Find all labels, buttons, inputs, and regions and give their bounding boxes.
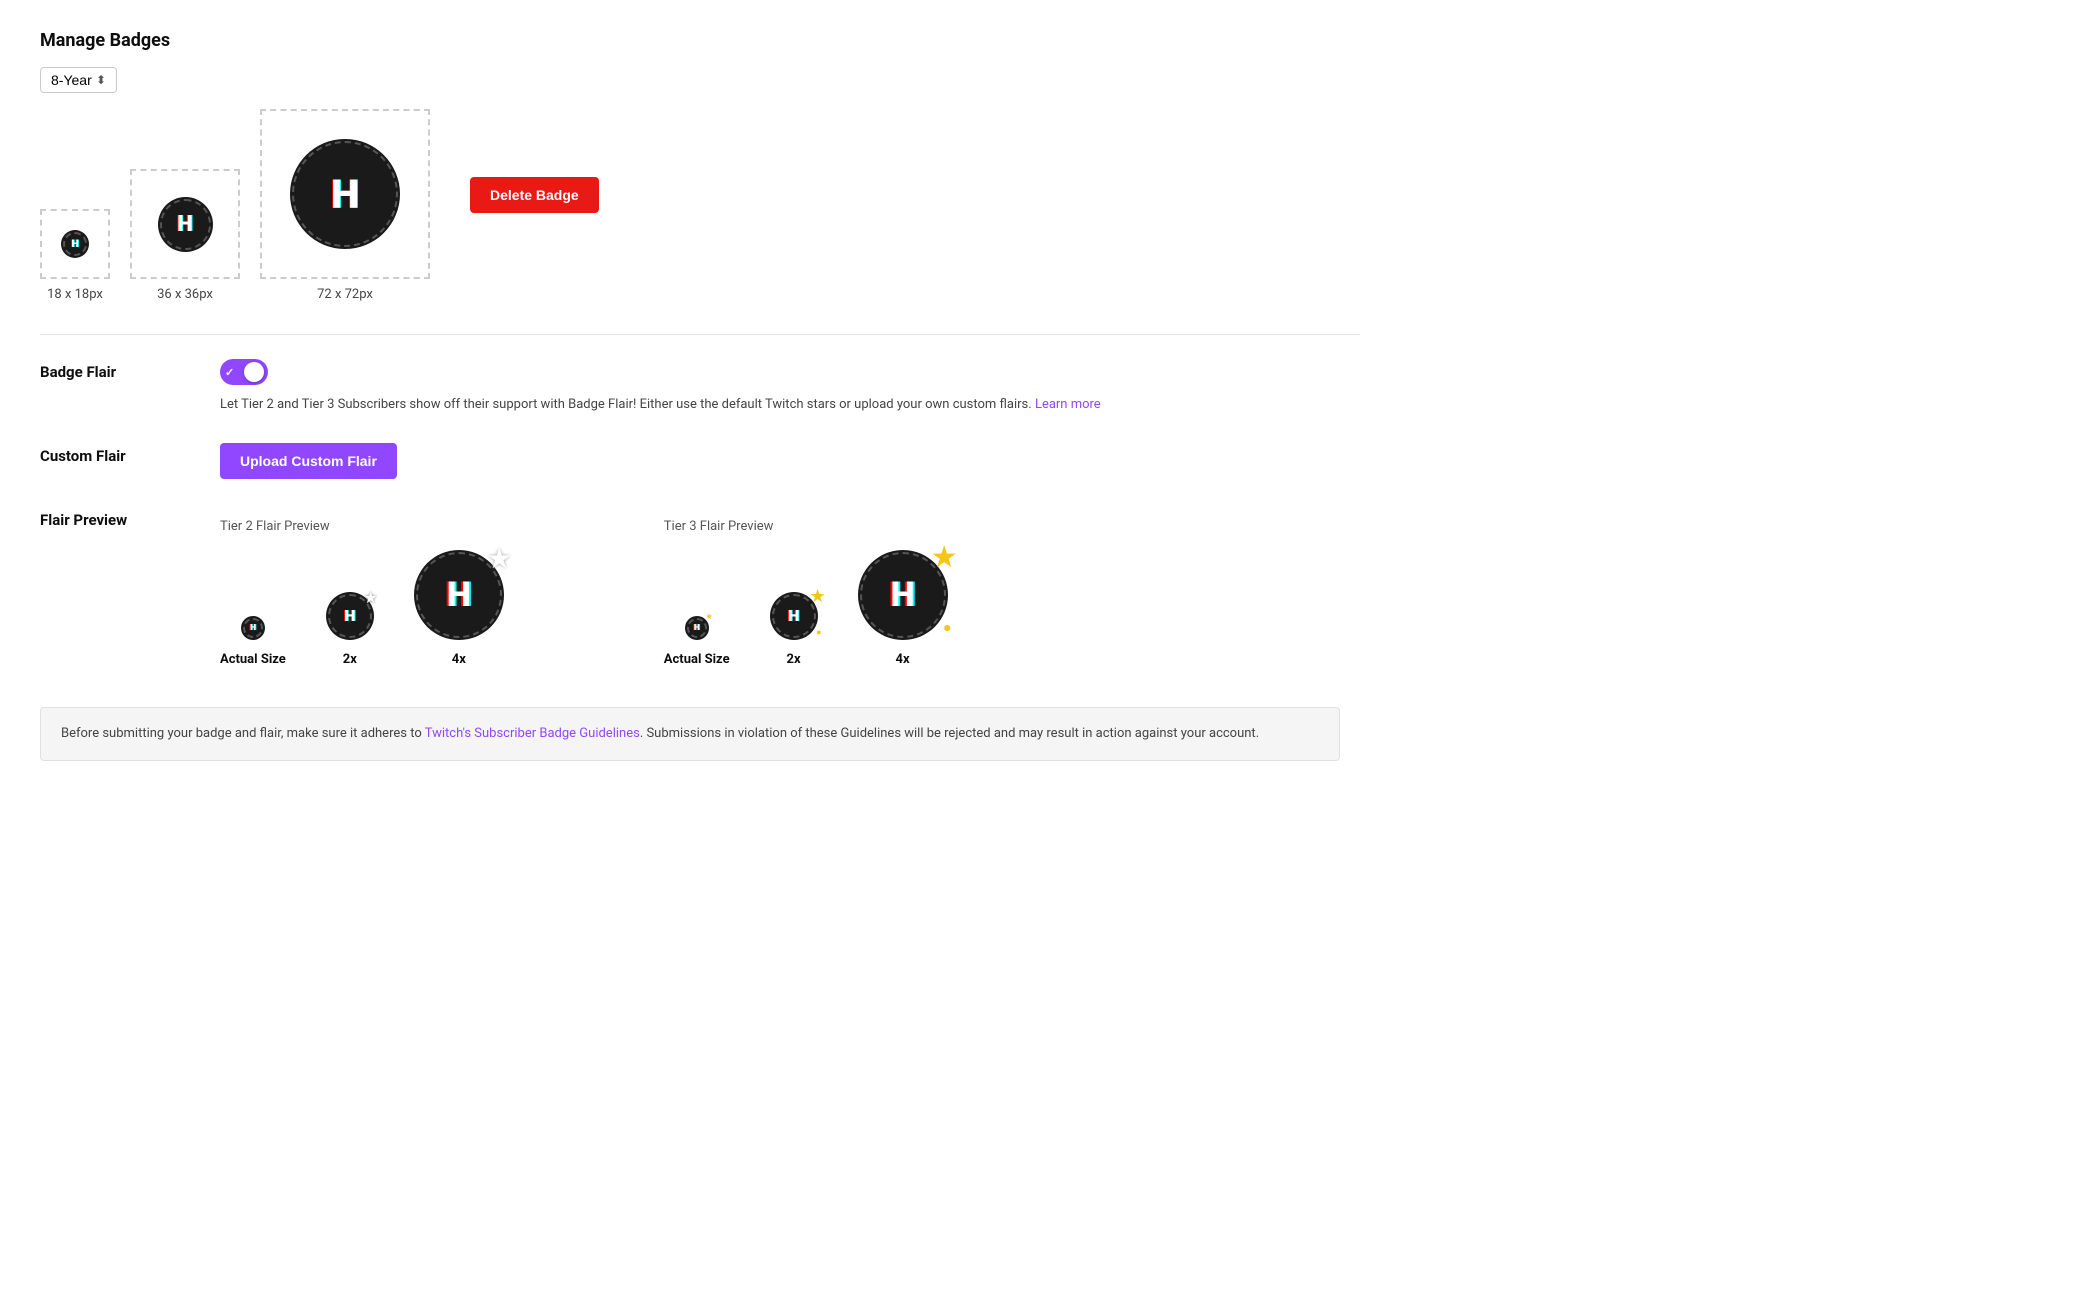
badge-letter-18: H — [71, 239, 78, 250]
tier2-2x-star-icon: ★ — [363, 588, 377, 607]
tier2-preview-items: H Actual Size H — [220, 550, 504, 667]
tier2-actual-dot-border — [243, 618, 263, 638]
tier3-actual-badge-wrap: H ★ — [685, 616, 709, 640]
badge-flair-toggle-row: ✓ — [220, 359, 1360, 385]
upload-custom-flair-button[interactable]: Upload Custom Flair — [220, 443, 397, 479]
tier3-4x-star-icon: ★ — [931, 540, 958, 575]
flair-preview-columns: Tier 2 Flair Preview H Actual Size — [220, 519, 1360, 667]
divider-1 — [40, 334, 1360, 335]
badge-guidelines-link[interactable]: Twitch's Subscriber Badge Guidelines — [425, 726, 640, 741]
tier3-preview-group: Tier 3 Flair Preview H ★ Actual — [664, 519, 948, 667]
tier2-actual-badge: H — [241, 616, 265, 640]
toggle-thumb — [244, 362, 264, 382]
tier2-actual-badge-wrap: H — [241, 616, 265, 640]
custom-flair-label: Custom Flair — [40, 443, 180, 465]
tier3-2x: H ★ ● 2x — [770, 592, 818, 667]
badge-flair-label: Badge Flair — [40, 359, 180, 381]
badge-image-18: H — [61, 230, 89, 258]
tier3-actual-star-icon: ★ — [706, 612, 713, 621]
badge-label-36: 36 x 36px — [157, 287, 213, 302]
flair-preview-content: Tier 2 Flair Preview H Actual Size — [220, 507, 1360, 667]
tier3-2x-star-icon: ★ — [809, 586, 825, 607]
badge-slot-36: H 36 x 36px — [130, 169, 240, 302]
tier2-actual-label: Actual Size — [220, 652, 286, 667]
year-select-wrapper[interactable]: 1-Year 2-Year 3-Year 4-Year 5-Year 6-Yea… — [40, 67, 117, 93]
badge-box-72[interactable]: H — [260, 109, 430, 279]
tier2-title: Tier 2 Flair Preview — [220, 519, 504, 534]
notice-text-before: Before submitting your badge and flair, … — [61, 726, 425, 741]
notice-text-after: . Submissions in violation of these Guid… — [640, 726, 1259, 741]
tier2-actual-size: H Actual Size — [220, 616, 286, 667]
badge-letter-36: H — [177, 212, 192, 237]
tier3-2x-label: 2x — [787, 652, 801, 667]
tier3-actual-size: H ★ Actual Size — [664, 616, 730, 667]
badge-flair-row: Badge Flair ✓ Let Tier 2 and Tier 3 Subs… — [40, 359, 1360, 415]
tier3-2x-dot-icon: ● — [816, 627, 821, 638]
tier3-preview-items: H ★ Actual Size H — [664, 550, 948, 667]
badge-image-36: H — [158, 197, 213, 252]
notice-box: Before submitting your badge and flair, … — [40, 707, 1340, 762]
flair-preview-label: Flair Preview — [40, 507, 180, 529]
badge-box-18[interactable]: H — [40, 209, 110, 279]
badge-flair-content: ✓ Let Tier 2 and Tier 3 Subscribers show… — [220, 359, 1360, 415]
tier2-4x-star-icon: ★ — [487, 542, 512, 575]
delete-badge-button[interactable]: Delete Badge — [470, 177, 599, 213]
badge-label-18: 18 x 18px — [47, 287, 103, 302]
tier2-preview-group: Tier 2 Flair Preview H Actual Size — [220, 519, 504, 667]
tier2-4x-badge-wrap: H ★ — [414, 550, 504, 640]
tier3-actual-dot-border — [687, 618, 707, 638]
tier3-4x-dot-icon: ● — [943, 619, 951, 636]
badge-slot-72: H 72 x 72px — [260, 109, 430, 302]
flair-preview-row: Flair Preview Tier 2 Flair Preview H — [40, 507, 1360, 667]
tier2-2x-badge-wrap: H ★ — [326, 592, 374, 640]
badge-letter-72: H — [331, 171, 359, 218]
badge-flair-toggle[interactable]: ✓ — [220, 359, 268, 385]
tier3-4x-label: 4x — [896, 652, 910, 667]
badge-box-36[interactable]: H — [130, 169, 240, 279]
tier2-2x: H ★ 2x — [326, 592, 374, 667]
tier2-4x-label: 4x — [452, 652, 466, 667]
badge-label-72: 72 x 72px — [317, 287, 373, 302]
tier3-4x-badge-wrap: H ★ ● — [858, 550, 948, 640]
manage-badges-title: Manage Badges — [40, 30, 1360, 51]
badge-flair-description: Let Tier 2 and Tier 3 Subscribers show o… — [220, 395, 1360, 415]
tier3-4x: H ★ ● 4x — [858, 550, 948, 667]
tier2-4x: H ★ 4x — [414, 550, 504, 667]
badge-images-row: H 18 x 18px H 36 x 36px — [40, 109, 430, 302]
manage-badges-section: Manage Badges 1-Year 2-Year 3-Year 4-Yea… — [40, 30, 1360, 310]
tier2-2x-label: 2x — [343, 652, 357, 667]
tier3-2x-badge-wrap: H ★ ● — [770, 592, 818, 640]
tier3-actual-label: Actual Size — [664, 652, 730, 667]
learn-more-link[interactable]: Learn more — [1035, 397, 1101, 412]
custom-flair-content: Upload Custom Flair — [220, 443, 1360, 479]
badge-image-72: H — [290, 139, 400, 249]
badges-and-delete-row: H 18 x 18px H 36 x 36px — [40, 109, 1360, 310]
badge-slot-18: H 18 x 18px — [40, 209, 110, 302]
year-select[interactable]: 1-Year 2-Year 3-Year 4-Year 5-Year 6-Yea… — [51, 72, 112, 88]
tier3-title: Tier 3 Flair Preview — [664, 519, 948, 534]
custom-flair-row: Custom Flair Upload Custom Flair — [40, 443, 1360, 479]
toggle-check-icon: ✓ — [225, 366, 234, 379]
